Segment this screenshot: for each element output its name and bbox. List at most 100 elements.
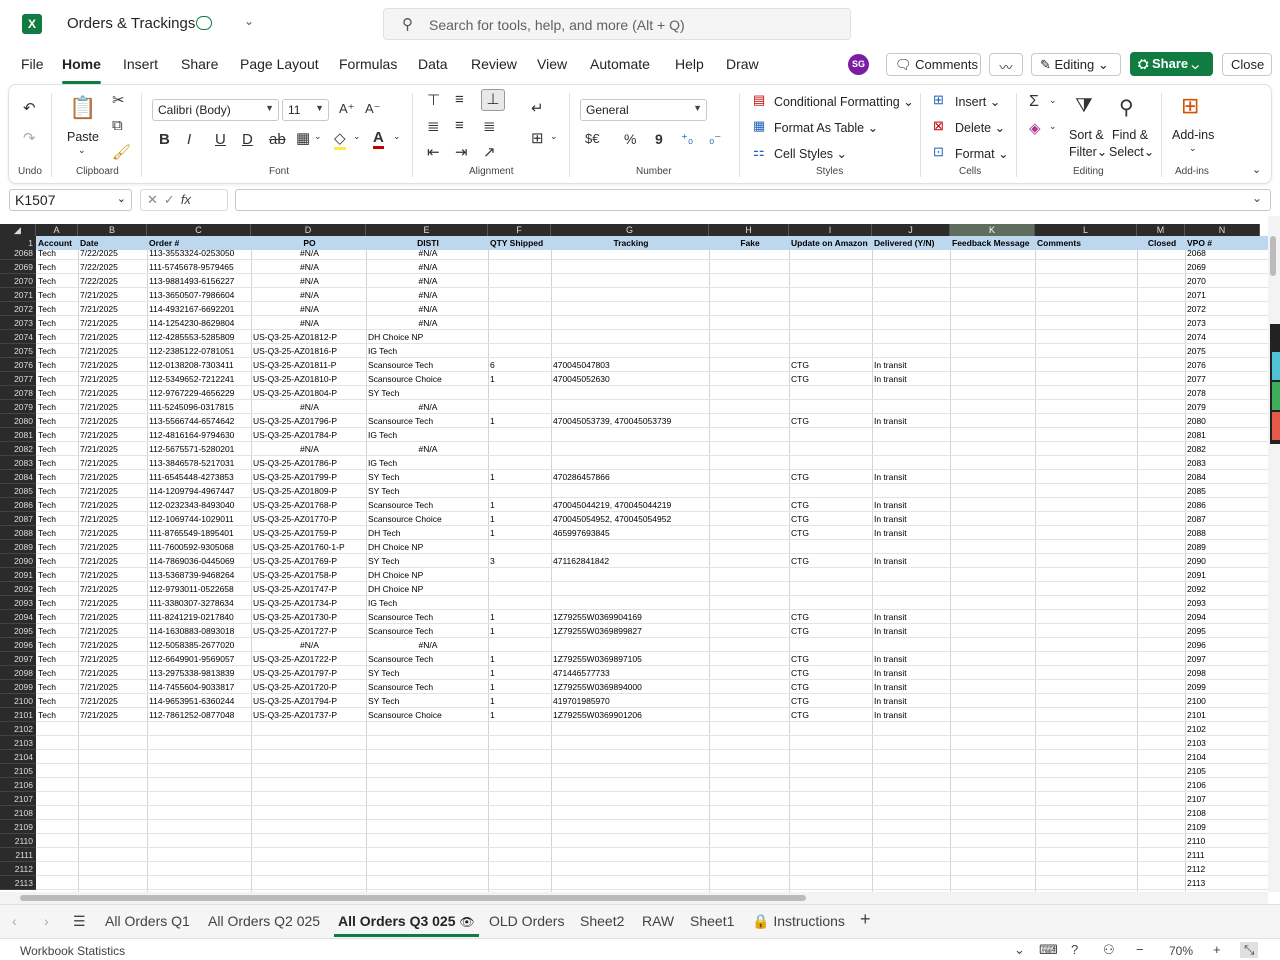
row-header[interactable]: 2071	[0, 288, 36, 302]
table-cell[interactable]: CTG	[789, 624, 872, 638]
table-cell[interactable]: Tech	[36, 512, 78, 526]
table-cell[interactable]: 2102	[1185, 722, 1260, 736]
table-cell[interactable]: 2082	[1185, 442, 1260, 456]
table-cell[interactable]: IG Tech	[366, 344, 488, 358]
table-cell[interactable]: 2094	[1185, 610, 1260, 624]
row-header[interactable]: 2078	[0, 386, 36, 400]
table-cell[interactable]: 470286457866	[551, 470, 709, 484]
table-cell[interactable]: 7/21/2025	[78, 330, 147, 344]
activity-button[interactable]: 〰	[989, 53, 1023, 76]
orientation-icon[interactable]: ↗	[483, 143, 496, 161]
table-cell[interactable]: 113-5566744-6574642	[147, 414, 251, 428]
table-cell[interactable]: Tech	[36, 582, 78, 596]
chevron-down-icon[interactable]: ⌄	[117, 192, 126, 205]
table-cell[interactable]: 6	[488, 358, 551, 372]
table-cell[interactable]: 7/22/2025	[78, 260, 147, 274]
table-cell[interactable]: 7/21/2025	[78, 358, 147, 372]
table-cell[interactable]	[551, 484, 709, 498]
table-cell[interactable]: US-Q3-25-AZ01811-P	[251, 358, 366, 372]
table-cell[interactable]: 2084	[1185, 470, 1260, 484]
table-cell[interactable]: CTG	[789, 708, 872, 722]
row-header[interactable]: 2089	[0, 540, 36, 554]
table-cell[interactable]: 7/21/2025	[78, 372, 147, 386]
copy-icon[interactable]: ⧉	[112, 117, 123, 134]
table-cell[interactable]: DH Choice NP	[366, 330, 488, 344]
table-cell[interactable]: US-Q3-25-AZ01804-P	[251, 386, 366, 400]
table-cell[interactable]: 113-5368739-9468264	[147, 568, 251, 582]
table-cell[interactable]: 111-8765549-1895401	[147, 526, 251, 540]
table-cell[interactable]	[551, 316, 709, 330]
table-cell[interactable]	[488, 582, 551, 596]
table-cell[interactable]: #N/A	[366, 260, 488, 274]
table-cell[interactable]: IG Tech	[366, 596, 488, 610]
table-cell[interactable]: 1	[488, 708, 551, 722]
column-header-e[interactable]: E	[366, 224, 488, 236]
table-cell[interactable]	[551, 568, 709, 582]
table-cell[interactable]: 2085	[1185, 484, 1260, 498]
table-cell[interactable]: 112-0232343-8493040	[147, 498, 251, 512]
all-sheets-icon[interactable]: ☰	[73, 913, 86, 930]
table-cell[interactable]	[488, 638, 551, 652]
table-cell[interactable]: Tech	[36, 442, 78, 456]
bold-icon[interactable]: B	[159, 131, 170, 148]
table-cell[interactable]: 7/21/2025	[78, 498, 147, 512]
table-cell[interactable]: US-Q3-25-AZ01797-P	[251, 666, 366, 680]
column-header-n[interactable]: N	[1185, 224, 1260, 236]
table-cell[interactable]	[551, 344, 709, 358]
undo-icon[interactable]: ↶	[23, 99, 36, 117]
chevron-down-icon[interactable]: ⌄	[393, 131, 401, 142]
table-cell[interactable]	[488, 540, 551, 554]
table-cell[interactable]: Scansource Tech	[366, 498, 488, 512]
table-cell[interactable]	[872, 302, 950, 316]
table-cell[interactable]: 7/21/2025	[78, 638, 147, 652]
table-cell[interactable]: DH Choice NP	[366, 568, 488, 582]
table-cell[interactable]	[488, 596, 551, 610]
row-header[interactable]: 2100	[0, 694, 36, 708]
borders-icon[interactable]: ▦	[296, 129, 310, 147]
row-header[interactable]: 2076	[0, 358, 36, 372]
table-cell[interactable]	[872, 638, 950, 652]
column-header-l[interactable]: L	[1035, 224, 1137, 236]
number-format-select[interactable]: General ▼	[580, 99, 707, 121]
table-cell[interactable]: 1	[488, 610, 551, 624]
table-cell[interactable]	[789, 400, 872, 414]
table-cell[interactable]	[488, 302, 551, 316]
table-cell[interactable]: 2086	[1185, 498, 1260, 512]
table-cell[interactable]: 7/21/2025	[78, 344, 147, 358]
table-cell[interactable]	[789, 302, 872, 316]
table-cell[interactable]: In transit	[872, 554, 950, 568]
table-cell[interactable]: 114-7869036-0445069	[147, 554, 251, 568]
table-cell[interactable]: Tech	[36, 470, 78, 484]
table-cell[interactable]	[551, 274, 709, 288]
align-middle-icon[interactable]: ≡	[455, 91, 464, 108]
scroll-thumb[interactable]	[20, 895, 806, 901]
formula-input[interactable]: ⌄	[235, 189, 1271, 211]
table-cell[interactable]: 114-1630883-0893018	[147, 624, 251, 638]
find-select-button-line2[interactable]: Select⌄	[1109, 144, 1154, 159]
increase-decimal-icon[interactable]: ⁺₀	[681, 131, 693, 147]
align-top-icon[interactable]: ⊤	[427, 91, 440, 109]
table-cell[interactable]: 1	[488, 624, 551, 638]
row-header[interactable]: 2073	[0, 316, 36, 330]
percent-icon[interactable]: %	[624, 131, 636, 147]
merge-center-icon[interactable]: ⊞	[531, 129, 544, 147]
table-cell[interactable]: IG Tech	[366, 456, 488, 470]
table-cell[interactable]: US-Q3-25-AZ01758-P	[251, 568, 366, 582]
align-center-icon[interactable]: ≡	[455, 117, 464, 134]
table-cell[interactable]	[789, 288, 872, 302]
table-cell[interactable]: DH Choice NP	[366, 582, 488, 596]
table-cell[interactable]: Tech	[36, 330, 78, 344]
double-underline-icon[interactable]: D	[242, 131, 253, 148]
table-cell[interactable]: 112-5675571-5280201	[147, 442, 251, 456]
decrease-font-icon[interactable]: A⁻	[365, 101, 381, 117]
table-cell[interactable]: US-Q3-25-AZ01747-P	[251, 582, 366, 596]
decrease-indent-icon[interactable]: ⇤	[427, 143, 440, 161]
table-cell[interactable]: Tech	[36, 428, 78, 442]
row-header[interactable]: 2113	[0, 876, 36, 890]
row-header[interactable]: 2097	[0, 652, 36, 666]
column-header-i[interactable]: I	[789, 224, 872, 236]
table-cell[interactable]: 111-5745678-9579465	[147, 260, 251, 274]
row-header[interactable]: 2080	[0, 414, 36, 428]
format-as-table-button[interactable]: Format As Table ⌄	[774, 120, 878, 135]
table-cell[interactable]: 1	[488, 372, 551, 386]
